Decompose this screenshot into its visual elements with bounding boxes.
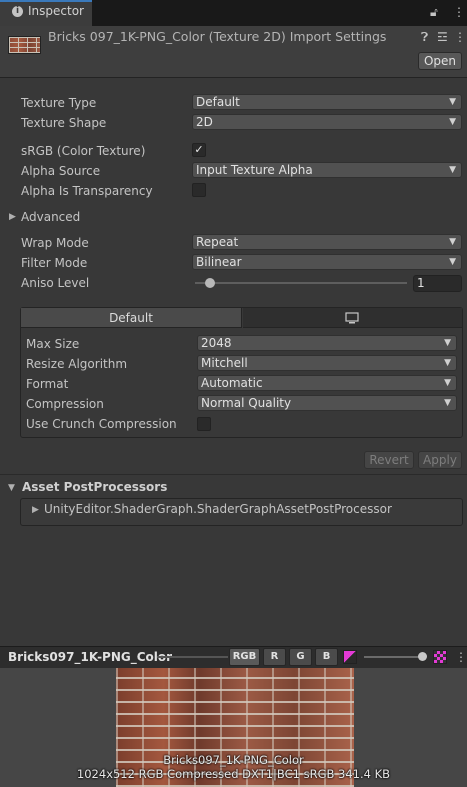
alpha-transparency-checkbox[interactable] — [192, 183, 206, 197]
texture-type-value: Default — [196, 95, 240, 109]
revert-button[interactable]: Revert — [364, 451, 414, 469]
advanced-foldout[interactable]: Advanced — [21, 210, 80, 224]
mip-slider-handle[interactable] — [418, 652, 427, 661]
srgb-checkbox[interactable]: ✓ — [192, 143, 206, 157]
max-size-value: 2048 — [201, 336, 232, 350]
foldout-arrow-icon[interactable]: ▶ — [9, 212, 16, 222]
compression-value: Normal Quality — [201, 396, 292, 410]
wrap-mode-label: Wrap Mode — [21, 236, 89, 250]
texture-thumbnail — [8, 36, 41, 54]
aniso-level-label: Aniso Level — [21, 276, 90, 290]
format-label: Format — [26, 377, 69, 391]
resize-algorithm-value: Mitchell — [201, 356, 248, 370]
alpha-transparency-label: Alpha Is Transparency — [21, 184, 153, 198]
chevron-down-icon: ▼ — [449, 97, 456, 107]
format-value: Automatic — [201, 376, 263, 390]
max-size-dropdown[interactable]: 2048 ▼ — [197, 335, 457, 351]
asset-postprocessors-header[interactable]: Asset PostProcessors — [22, 480, 167, 494]
texture-shape-label: Texture Shape — [21, 116, 107, 130]
aniso-slider-handle[interactable] — [205, 278, 215, 288]
compression-label: Compression — [26, 397, 104, 411]
chevron-down-icon: ▼ — [449, 117, 456, 127]
chevron-down-icon[interactable]: ▼ — [8, 483, 15, 493]
preview-caption-name: Bricks097_1K-PNG_Color — [163, 753, 304, 767]
texture-type-label: Texture Type — [21, 96, 97, 110]
alpha-source-label: Alpha Source — [21, 164, 101, 178]
chevron-down-icon: ▼ — [449, 165, 456, 175]
tab-standalone[interactable] — [243, 308, 462, 328]
alpha-toggle-icon[interactable] — [433, 650, 447, 664]
crunch-label: Use Crunch Compression — [26, 417, 177, 431]
texture-type-dropdown[interactable]: Default ▼ — [192, 94, 462, 110]
chevron-down-icon: ▼ — [444, 358, 451, 368]
chevron-down-icon: ▼ — [444, 338, 451, 348]
tab-default[interactable]: Default — [21, 308, 242, 328]
more-icon[interactable]: ⋮ — [453, 5, 465, 19]
channel-g-button[interactable]: G — [289, 648, 312, 666]
crunch-checkbox[interactable] — [197, 417, 211, 431]
settings-sliders-icon[interactable]: ☲ — [437, 30, 448, 44]
lock-icon[interactable]: 🔓︎ — [430, 5, 438, 19]
filter-mode-dropdown[interactable]: Bilinear ▼ — [192, 254, 462, 270]
mip-slider-track[interactable] — [364, 656, 426, 658]
alpha-source-dropdown[interactable]: Input Texture Alpha ▼ — [192, 162, 462, 178]
monitor-icon — [345, 312, 359, 324]
import-settings-title: Bricks 097_1K-PNG_Color (Texture 2D) Imp… — [48, 29, 387, 44]
more-icon[interactable]: ⋮ — [454, 30, 466, 44]
max-size-label: Max Size — [26, 337, 80, 351]
tab-inspector-label: Inspector — [28, 4, 84, 18]
texture-shape-value: 2D — [196, 115, 213, 129]
apply-button[interactable]: Apply — [418, 451, 462, 469]
aniso-level-field[interactable]: 1 — [413, 275, 462, 292]
chevron-down-icon: ▼ — [449, 257, 456, 267]
info-icon: i — [12, 6, 23, 17]
chevron-down-icon: ▼ — [444, 378, 451, 388]
checkmark-icon: ✓ — [194, 143, 204, 156]
filter-mode-value: Bilinear — [196, 255, 242, 269]
wrap-mode-value: Repeat — [196, 235, 239, 249]
resize-algorithm-label: Resize Algorithm — [26, 357, 128, 371]
wrap-mode-dropdown[interactable]: Repeat ▼ — [192, 234, 462, 250]
preview-title: Bricks097_1K-PNG_Color — [8, 650, 173, 664]
preview-caption-info: 1024x512 RGB Compressed DXT1|BC1 sRGB 34… — [76, 767, 391, 781]
mip-level-icon[interactable] — [343, 650, 357, 664]
chevron-down-icon: ▼ — [449, 237, 456, 247]
compression-dropdown[interactable]: Normal Quality ▼ — [197, 395, 457, 411]
help-icon[interactable]: ❓︎ — [421, 30, 428, 45]
channel-rgb-button[interactable]: RGB — [229, 648, 260, 666]
srgb-label: sRGB (Color Texture) — [21, 144, 146, 158]
filter-mode-label: Filter Mode — [21, 256, 88, 270]
list-item[interactable]: UnityEditor.ShaderGraph.ShaderGraphAsset… — [44, 502, 392, 516]
alpha-source-value: Input Texture Alpha — [196, 163, 313, 177]
format-dropdown[interactable]: Automatic ▼ — [197, 375, 457, 391]
resize-algorithm-dropdown[interactable]: Mitchell ▼ — [197, 355, 457, 371]
divider — [0, 474, 467, 475]
channel-b-button[interactable]: B — [315, 648, 338, 666]
open-button[interactable]: Open — [418, 52, 462, 70]
drag-handle[interactable] — [157, 656, 228, 658]
chevron-down-icon: ▼ — [444, 398, 451, 408]
channel-r-button[interactable]: R — [263, 648, 286, 666]
texture-shape-dropdown[interactable]: 2D ▼ — [192, 114, 462, 130]
foldout-arrow-icon[interactable]: ▶ — [32, 505, 39, 515]
more-icon[interactable]: ⋮ — [455, 650, 467, 664]
aniso-slider-track[interactable] — [195, 282, 407, 284]
